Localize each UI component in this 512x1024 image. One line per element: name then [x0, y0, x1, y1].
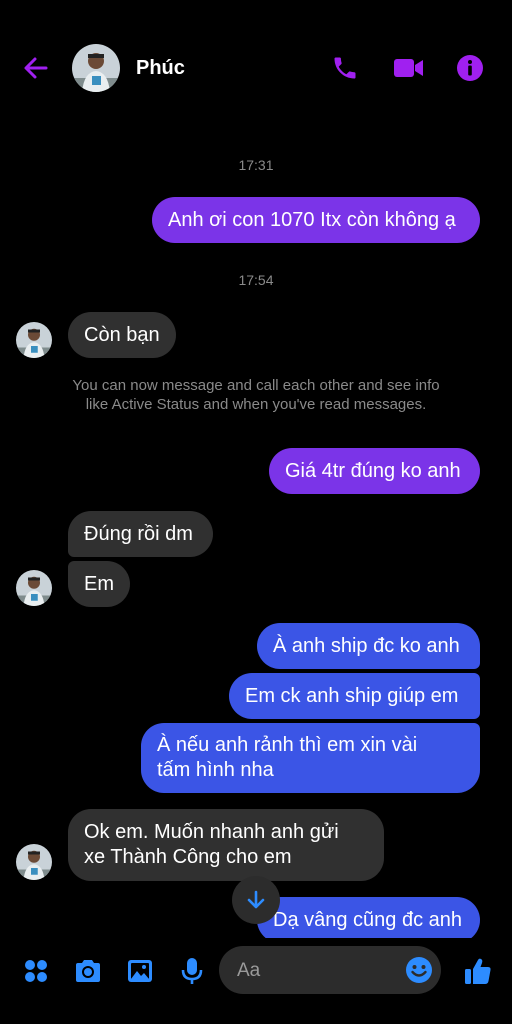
avatar-photo — [16, 844, 52, 880]
timestamp: 17:54 — [238, 272, 274, 288]
message-outgoing[interactable]: Anh ơi con 1070 Itx còn không ạ — [152, 197, 480, 243]
chat-header: Phúc — [0, 0, 512, 136]
emoji-icon — [406, 957, 432, 983]
scroll-to-bottom-button[interactable] — [232, 876, 280, 924]
message-incoming[interactable]: Đúng rồi dm — [68, 511, 213, 557]
microphone-icon — [181, 958, 203, 984]
arrow-down-icon — [247, 890, 265, 909]
avatar-photo — [72, 44, 120, 92]
info-icon — [457, 55, 483, 81]
contact-name[interactable]: Phúc — [136, 57, 185, 80]
system-notice: You can now message and call each other … — [72, 377, 440, 413]
info-button[interactable] — [452, 50, 488, 86]
message-incoming[interactable]: Còn bạn — [68, 312, 176, 358]
video-camera-icon — [394, 59, 423, 77]
message-input[interactable] — [235, 958, 409, 984]
message-incoming[interactable]: Ok em. Muốn nhanh anh gửi xe Thành Công … — [68, 809, 384, 881]
message-outgoing[interactable]: Giá 4tr đúng ko anh — [269, 448, 480, 494]
emoji-button[interactable] — [405, 956, 433, 984]
contact-avatar-small[interactable] — [16, 844, 52, 880]
thumbs-up-icon — [465, 958, 491, 984]
message-outgoing[interactable]: À nếu anh rảnh thì em xin vài tấm hình n… — [141, 723, 480, 793]
avatar-photo — [16, 322, 52, 358]
contact-avatar[interactable] — [72, 44, 120, 92]
message-incoming[interactable]: Em — [68, 561, 130, 607]
image-icon — [128, 960, 152, 982]
camera-icon — [76, 960, 100, 982]
contact-avatar-small[interactable] — [16, 570, 52, 606]
message-outgoing[interactable]: Dạ vâng cũng đc anh — [257, 897, 480, 943]
phone-icon — [334, 57, 356, 79]
avatar-photo — [16, 570, 52, 606]
camera-button[interactable] — [71, 954, 105, 988]
like-button[interactable] — [461, 954, 495, 988]
more-actions-button[interactable] — [19, 954, 53, 988]
menu-dots-icon — [25, 960, 47, 982]
contact-avatar-small[interactable] — [16, 322, 52, 358]
gallery-button[interactable] — [123, 954, 157, 988]
message-input-container[interactable] — [219, 946, 441, 994]
voice-call-button[interactable] — [327, 50, 363, 86]
voice-message-button[interactable] — [175, 954, 209, 988]
timestamp: 17:31 — [238, 157, 274, 173]
message-outgoing[interactable]: À anh ship đc ko anh — [257, 623, 480, 669]
back-button[interactable] — [20, 52, 52, 84]
message-outgoing[interactable]: Em ck anh ship giúp em — [229, 673, 480, 719]
back-arrow-icon — [24, 57, 48, 79]
video-call-button[interactable] — [390, 50, 426, 86]
